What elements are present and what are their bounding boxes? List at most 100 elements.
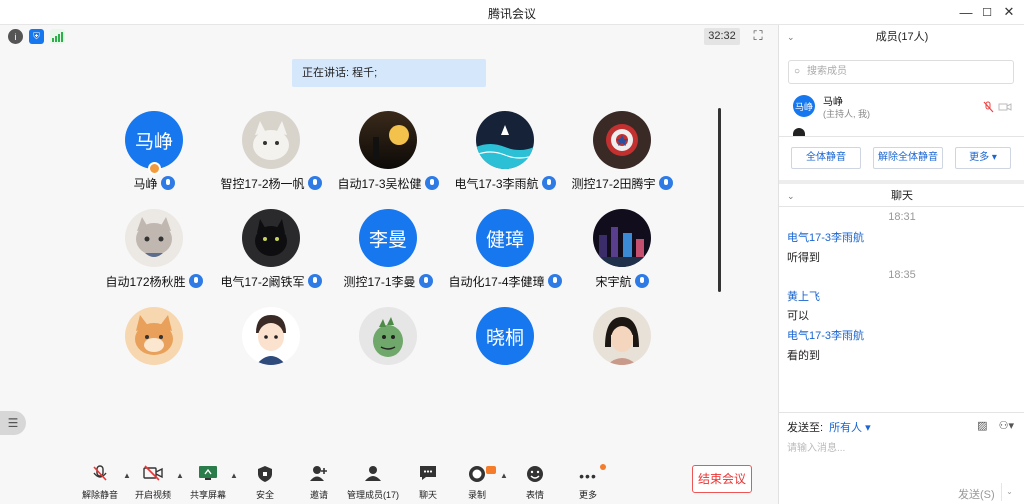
participant-name-row: 电气17-3李雨航: [437, 175, 573, 192]
chat-message: 可以: [787, 310, 809, 322]
member-search-input[interactable]: ○ 搜索成员: [788, 60, 1014, 84]
side-panel: ⌄ 成员(17人) ○ 搜索成员 马峥 马峥 (主持人, 我) 全体静音 解除全…: [778, 25, 1024, 504]
close-button[interactable]: ✕: [997, 3, 1021, 21]
chat-timestamp: 18:35: [888, 269, 916, 281]
divider: [779, 180, 1024, 184]
shield-icon[interactable]: ⛨: [29, 29, 44, 44]
participant-tile[interactable]: 晓桐: [447, 307, 563, 397]
participant-tile[interactable]: [330, 307, 446, 397]
mic-status-icon: [418, 274, 433, 288]
user-mention-icon[interactable]: ⚇▾: [999, 420, 1014, 432]
participant-tile[interactable]: 测控17-2田腾宇: [564, 111, 680, 201]
share-screen-label: 共享屏幕: [189, 490, 226, 500]
info-icon[interactable]: i: [8, 29, 23, 44]
mic-status-icon: [188, 274, 203, 288]
signal-icon[interactable]: [50, 29, 65, 44]
participant-name-row: 自动化17-4李健璋: [437, 273, 573, 290]
avatar-initials: 晓桐: [485, 327, 524, 349]
chat-header[interactable]: ⌄ 聊天: [779, 185, 1024, 207]
send-options-caret[interactable]: ⌄: [1001, 483, 1017, 501]
participant-tile[interactable]: [564, 307, 680, 397]
participant-tile[interactable]: 电气17-2阚铁军: [213, 209, 329, 299]
participant-name: 电气17-2阚铁军: [220, 275, 305, 289]
avatar: 马峥: [125, 111, 183, 169]
chat-button[interactable]: 聊天: [400, 465, 456, 501]
participant-name: 智控17-2杨一帆: [220, 177, 305, 191]
avatar: 晓桐: [476, 307, 534, 365]
avatar-initials: 健璋: [485, 229, 524, 251]
fullscreen-icon[interactable]: ⛶: [750, 28, 766, 44]
participant-name: 自动172杨秋胜: [105, 275, 186, 289]
participant-name-row: 智控17-2杨一帆: [203, 175, 339, 192]
avatar: 李曼: [359, 209, 417, 267]
member-role: (主持人, 我): [823, 109, 870, 119]
chat-timestamp: 18:31: [888, 211, 916, 223]
image-icon[interactable]: ▨: [977, 420, 987, 432]
manage-members-button[interactable]: 管理成员(17): [345, 465, 401, 501]
participant-tile[interactable]: 马峥 马峥: [96, 111, 212, 201]
avatar: [359, 111, 417, 169]
mic-status-icon: [160, 176, 175, 190]
participant-name: 自动17-3吴松健: [337, 177, 422, 191]
chat-sender[interactable]: 电气17-3李雨航: [787, 327, 864, 343]
send-to-label: 发送至:: [787, 422, 824, 434]
meeting-toolbar: 解除静音 ▲ 开启视频 ▲ 共享屏幕 ▲ 安全 邀请 管理成员(17) 聊天 录…: [0, 461, 778, 504]
unmute-all-button[interactable]: 解除全体静音: [873, 147, 943, 169]
mic-status-icon: [658, 176, 673, 190]
share-screen-icon: [180, 465, 236, 487]
start-video-button[interactable]: 开启视频: [125, 465, 181, 501]
chat-icon: [400, 465, 456, 487]
member-row[interactable]: 马峥 马峥 (主持人, 我): [793, 91, 1013, 125]
participant-tile[interactable]: 健璋 自动化17-4李健璋: [447, 209, 563, 299]
mic-off-icon: [72, 465, 128, 487]
emoji-button[interactable]: 表情: [507, 465, 563, 501]
participant-name-row: 电气17-2阚铁军: [203, 273, 339, 290]
more-icon: •••: [579, 468, 597, 484]
avatar: [242, 209, 300, 267]
record-button[interactable]: 录制: [449, 465, 505, 501]
security-button[interactable]: 安全: [237, 465, 293, 501]
emoji-label: 表情: [525, 490, 544, 500]
mute-all-button[interactable]: 全体静音: [791, 147, 861, 169]
participant-name: 测控17-1李曼: [343, 275, 416, 289]
avatar: 健璋: [476, 209, 534, 267]
meeting-timer: 32:32: [704, 28, 740, 45]
members-icon: [345, 465, 401, 487]
participant-tile[interactable]: [96, 307, 212, 397]
avatar: [242, 307, 300, 365]
members-header[interactable]: ⌄ 成员(17人): [779, 26, 1024, 48]
more-options-button[interactable]: 更多 ▾: [955, 147, 1011, 169]
participant-tile[interactable]: 智控17-2杨一帆: [213, 111, 329, 201]
avatar: [359, 307, 417, 365]
title-bar: 腾讯会议 — ☐ ✕: [0, 0, 1024, 25]
invite-button[interactable]: 邀请: [291, 465, 347, 501]
participant-tile[interactable]: [213, 307, 329, 397]
participant-tile[interactable]: 电气17-3李雨航: [447, 111, 563, 201]
more-button[interactable]: ••• 更多: [560, 465, 616, 501]
end-meeting-button[interactable]: 结束会议: [692, 465, 752, 493]
participant-name: 电气17-3李雨航: [454, 177, 539, 191]
avatar: [593, 111, 651, 169]
chat-input[interactable]: 请输入消息...: [787, 439, 845, 454]
participant-tile[interactable]: 自动172杨秋胜: [96, 209, 212, 299]
participant-tile[interactable]: 自动17-3吴松健: [330, 111, 446, 201]
maximize-button[interactable]: ☐: [975, 3, 999, 21]
unmute-button[interactable]: 解除静音: [72, 465, 128, 501]
record-icon: [449, 465, 505, 487]
grid-scrollbar[interactable]: [718, 108, 721, 292]
participant-name: 宋宇航: [595, 275, 632, 289]
record-label: 录制: [467, 490, 486, 500]
chat-sender[interactable]: 黄上飞: [787, 288, 820, 304]
divider: [779, 136, 1024, 137]
participant-tile[interactable]: 李曼测控17-1李曼: [330, 209, 446, 299]
participant-tile[interactable]: 宋宇航: [564, 209, 680, 299]
video-off-icon: [125, 465, 181, 487]
invite-label: 邀请: [309, 490, 328, 500]
share-screen-button[interactable]: 共享屏幕: [180, 465, 236, 501]
send-button[interactable]: 发送(S): [958, 486, 995, 502]
recipient-select[interactable]: 所有人 ▾: [829, 422, 871, 434]
chevron-down-icon[interactable]: ⌄: [787, 26, 795, 48]
chevron-down-icon[interactable]: ⌄: [787, 185, 795, 207]
list-toggle-icon[interactable]: ☰: [0, 411, 26, 435]
chat-sender[interactable]: 电气17-3李雨航: [787, 229, 864, 245]
